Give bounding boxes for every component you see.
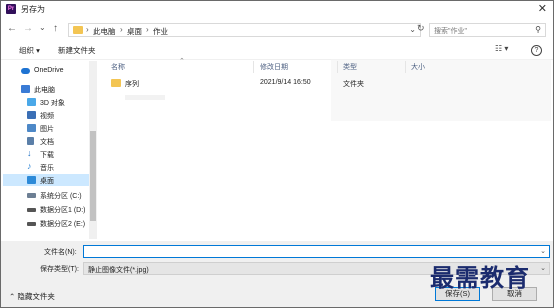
breadcrumb-homework[interactable]: 作业	[153, 26, 168, 37]
sidebar-item-label: 文档	[40, 139, 54, 146]
watermark-logo: 最需教育	[430, 263, 530, 292]
sidebar-scrollbar-thumb[interactable]	[90, 131, 96, 221]
title-bar: Pr 另存为 ✕	[1, 1, 553, 17]
filetype-label: 保存类型(T):	[40, 266, 79, 273]
sidebar-item-downloads[interactable]: ↓ 下载	[3, 148, 89, 160]
filetype-value: 静止图像文件(*.jpg)	[88, 267, 149, 274]
chevron-down-icon[interactable]: ⌄	[540, 264, 546, 272]
sidebar-item-label: 图片	[40, 126, 54, 133]
sidebar-item-label: 数据分区2 (E:)	[40, 221, 86, 228]
drive-icon	[27, 222, 36, 226]
up-arrow-icon[interactable]: ↑	[53, 23, 58, 34]
sidebar-item-label: OneDrive	[34, 67, 64, 74]
chevron-right-icon: ›	[120, 25, 123, 34]
chevron-right-icon: ›	[86, 25, 89, 34]
sidebar-item-this-pc[interactable]: 此电脑	[3, 83, 89, 95]
sidebar-item-drive-d[interactable]: 数据分区1 (D:)	[3, 203, 89, 215]
column-header-name[interactable]: 名称	[111, 62, 125, 72]
sidebar-item-label: 3D 对象	[40, 100, 65, 107]
recent-locations-chevron-icon[interactable]: ⌄	[39, 23, 46, 32]
breadcrumb-this-pc[interactable]: 此电脑	[93, 26, 116, 37]
window-title: 另存为	[21, 5, 45, 14]
sidebar-scrollbar[interactable]	[89, 61, 97, 239]
sort-ascending-icon: ⌃	[179, 58, 185, 65]
refresh-icon[interactable]: ↻	[417, 23, 425, 34]
cloud-icon	[21, 68, 30, 74]
sidebar-item-3d-objects[interactable]: 3D 对象	[3, 96, 89, 108]
sidebar-item-pictures[interactable]: 图片	[3, 122, 89, 134]
file-row[interactable]: 序列 2021/9/14 16:50 文件夹	[107, 77, 407, 89]
sidebar-item-desktop[interactable]: 桌面	[3, 174, 89, 186]
file-name: 序列	[125, 81, 139, 88]
column-header-modified[interactable]: 修改日期	[260, 62, 288, 72]
sidebar-item-drive-c[interactable]: 系统分区 (C:)	[3, 189, 89, 201]
view-options-icon[interactable]: ☷ ▾	[495, 44, 508, 53]
sidebar-item-label: 视频	[40, 113, 54, 120]
ghost-row	[107, 92, 397, 104]
ghost-row-placeholder	[125, 95, 165, 100]
sidebar-item-label: 下载	[40, 152, 54, 159]
ghost-panel	[331, 59, 551, 121]
chevron-down-icon[interactable]: ⌄	[540, 247, 546, 255]
sidebar-item-label: 桌面	[40, 178, 54, 185]
search-placeholder: 搜索"作业"	[434, 28, 467, 35]
sidebar-item-label: 数据分区1 (D:)	[40, 207, 86, 214]
sidebar-item-label: 此电脑	[34, 87, 55, 94]
sidebar-item-music[interactable]: ♪ 音乐	[3, 161, 89, 173]
chevron-right-icon: ›	[146, 25, 149, 34]
file-modified: 2021/9/14 16:50	[260, 79, 311, 86]
navigation-pane: OneDrive 此电脑 3D 对象 视频 图片 文档 ↓ 下载 ♪ 音乐 桌面…	[3, 61, 99, 241]
help-icon[interactable]: ?	[531, 45, 542, 56]
toolbar: 组织 ▾ 新建文件夹 ☷ ▾ ?	[1, 41, 553, 60]
picture-icon	[27, 124, 36, 132]
back-arrow-icon[interactable]: ←	[7, 23, 17, 34]
document-icon	[27, 137, 34, 145]
sidebar-item-label: 音乐	[40, 165, 54, 172]
drive-icon	[27, 208, 36, 212]
filename-label: 文件名(N):	[44, 249, 77, 256]
music-icon: ♪	[27, 161, 32, 171]
search-icon: ⚲	[535, 25, 541, 34]
sidebar-item-onedrive[interactable]: OneDrive	[3, 65, 89, 77]
address-bar[interactable]: › 此电脑 › 桌面 › 作业 ⌄	[68, 23, 421, 37]
column-divider	[253, 61, 254, 73]
column-divider	[337, 61, 338, 73]
search-input[interactable]: 搜索"作业" ⚲	[429, 23, 546, 37]
filename-input[interactable]: ⌄	[83, 245, 550, 258]
hide-folders-toggle[interactable]: ⌃ 隐藏文件夹	[9, 291, 55, 302]
column-divider	[405, 61, 406, 73]
folder-icon	[111, 79, 121, 87]
cube-icon	[27, 98, 36, 106]
video-icon	[27, 111, 36, 119]
column-header-size[interactable]: 大小	[411, 62, 425, 72]
organize-button[interactable]: 组织 ▾	[19, 45, 40, 56]
premiere-app-icon: Pr	[6, 4, 16, 14]
download-icon: ↓	[27, 148, 32, 158]
breadcrumb-desktop[interactable]: 桌面	[127, 26, 142, 37]
sidebar-item-label: 系统分区 (C:)	[40, 193, 82, 200]
file-type: 文件夹	[343, 81, 364, 88]
column-header-type[interactable]: 类型	[343, 62, 357, 72]
close-icon[interactable]: ✕	[538, 2, 547, 15]
sidebar-item-videos[interactable]: 视频	[3, 109, 89, 121]
computer-icon	[21, 85, 30, 93]
new-folder-button[interactable]: 新建文件夹	[58, 45, 96, 56]
sidebar-item-documents[interactable]: 文档	[3, 135, 89, 147]
chevron-down-icon[interactable]: ⌄	[409, 25, 416, 34]
sidebar-item-drive-e[interactable]: 数据分区2 (E:)	[3, 217, 89, 229]
desktop-icon	[27, 176, 36, 184]
folder-icon	[73, 26, 83, 34]
forward-arrow-icon[interactable]: →	[23, 23, 33, 34]
file-list: 名称 ⌃ 修改日期 类型 大小 序列 2021/9/14 16:50 文件夹	[103, 58, 551, 241]
drive-icon	[27, 193, 36, 198]
